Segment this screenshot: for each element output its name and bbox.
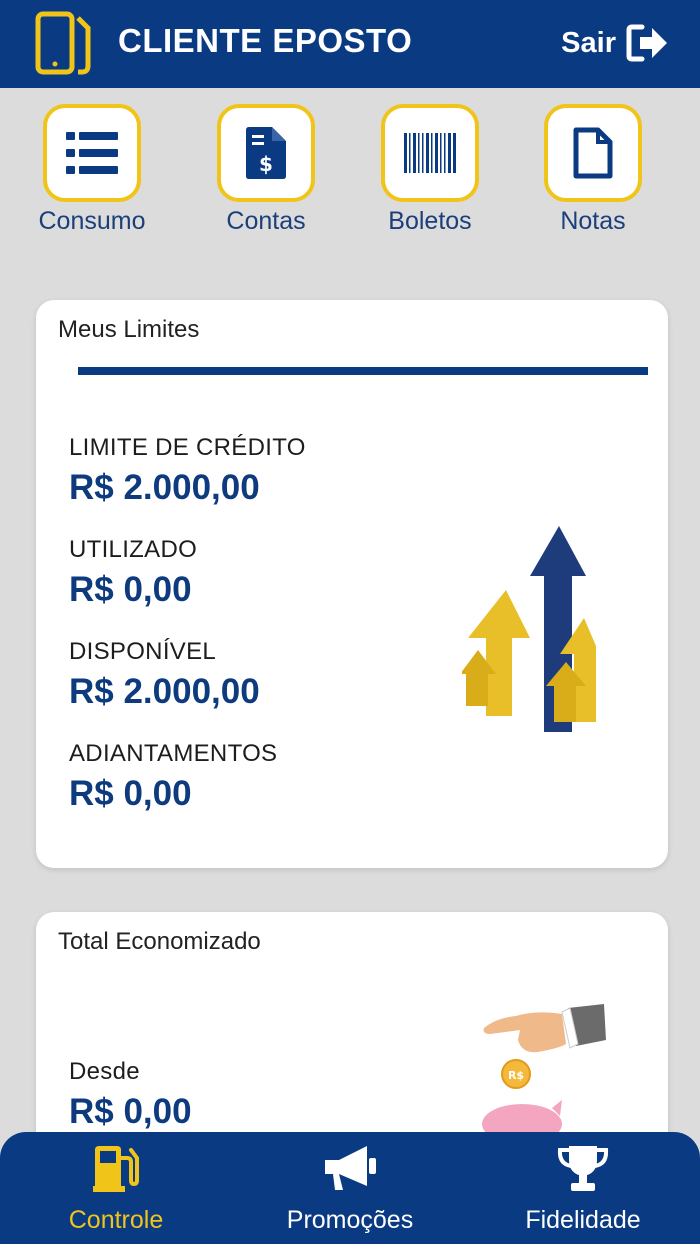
shortcut-label: Contas (226, 207, 306, 235)
nav-label: Controle (68, 1206, 164, 1234)
shortcut-label: Notas (560, 207, 626, 235)
available-item: DISPONÍVEL R$ 2.000,00 (69, 638, 260, 712)
svg-text:R$: R$ (508, 1069, 524, 1082)
shortcut-consumo[interactable]: Consumo (22, 104, 162, 236)
limit-value: R$ 0,00 (69, 1092, 192, 1131)
nav-promocoes[interactable]: Promoções (240, 1144, 460, 1235)
divider (78, 367, 648, 375)
barcode-icon (404, 133, 456, 173)
limit-value: R$ 2.000,00 (69, 468, 260, 507)
svg-text:$: $ (259, 152, 273, 176)
card-title: Total Economizado (58, 928, 261, 955)
nav-fidelidade[interactable]: Fidelidade (473, 1144, 693, 1235)
nav-label: Fidelidade (525, 1206, 641, 1234)
fuel-pump-icon (93, 1146, 139, 1192)
shortcut-box (43, 104, 141, 202)
shortcut-label: Boletos (388, 207, 472, 235)
app-title: CLIENTE EPOSTO (118, 22, 413, 59)
limit-label: UTILIZADO (69, 536, 198, 563)
nav-label: Promoções (286, 1206, 414, 1234)
shortcut-box (544, 104, 642, 202)
limit-value: R$ 2.000,00 (69, 672, 260, 711)
shortcut-contas[interactable]: $ Contas (196, 104, 336, 236)
hand-coin-piggy-bank-icon: R$ (482, 1004, 606, 1144)
shortcut-box (381, 104, 479, 202)
invoice-dollar-icon: $ (246, 127, 286, 179)
limit-label: LIMITE DE CRÉDITO (69, 434, 306, 461)
logout-label: Sair (561, 26, 616, 59)
shortcut-boletos[interactable]: Boletos (360, 104, 500, 236)
advances-item: ADIANTAMENTOS R$ 0,00 (69, 740, 277, 814)
trophy-icon (557, 1146, 609, 1191)
nav-controle[interactable]: Controle (6, 1144, 226, 1235)
shortcut-box: $ (217, 104, 315, 202)
phone-fuel-icon (35, 11, 91, 75)
limit-label: DISPONÍVEL (69, 638, 217, 665)
sign-out-icon (626, 24, 667, 62)
limit-label: ADIANTAMENTOS (69, 740, 278, 767)
savings-since-item: Desde R$ 0,00 (69, 1058, 192, 1132)
card-title: Meus Limites (58, 316, 200, 343)
limit-value: R$ 0,00 (69, 774, 192, 813)
document-icon (573, 127, 613, 179)
limit-label: Desde (69, 1058, 140, 1085)
bottom-navigation: Controle Promoções Fidelidade (0, 1132, 700, 1244)
list-icon (66, 132, 118, 174)
shortcut-notas[interactable]: Notas (523, 104, 663, 236)
shortcut-label: Consumo (38, 207, 146, 235)
credit-limit-item: LIMITE DE CRÉDITO R$ 2.000,00 (69, 434, 306, 508)
app-header: CLIENTE EPOSTO Sair (0, 0, 700, 88)
limit-value: R$ 0,00 (69, 570, 192, 609)
growth-arrows-icon (462, 526, 596, 732)
used-item: UTILIZADO R$ 0,00 (69, 536, 197, 610)
megaphone-icon (325, 1146, 376, 1190)
logout-button[interactable]: Sair (561, 22, 670, 64)
limits-card: Meus Limites LIMITE DE CRÉDITO R$ 2.000,… (36, 300, 668, 868)
